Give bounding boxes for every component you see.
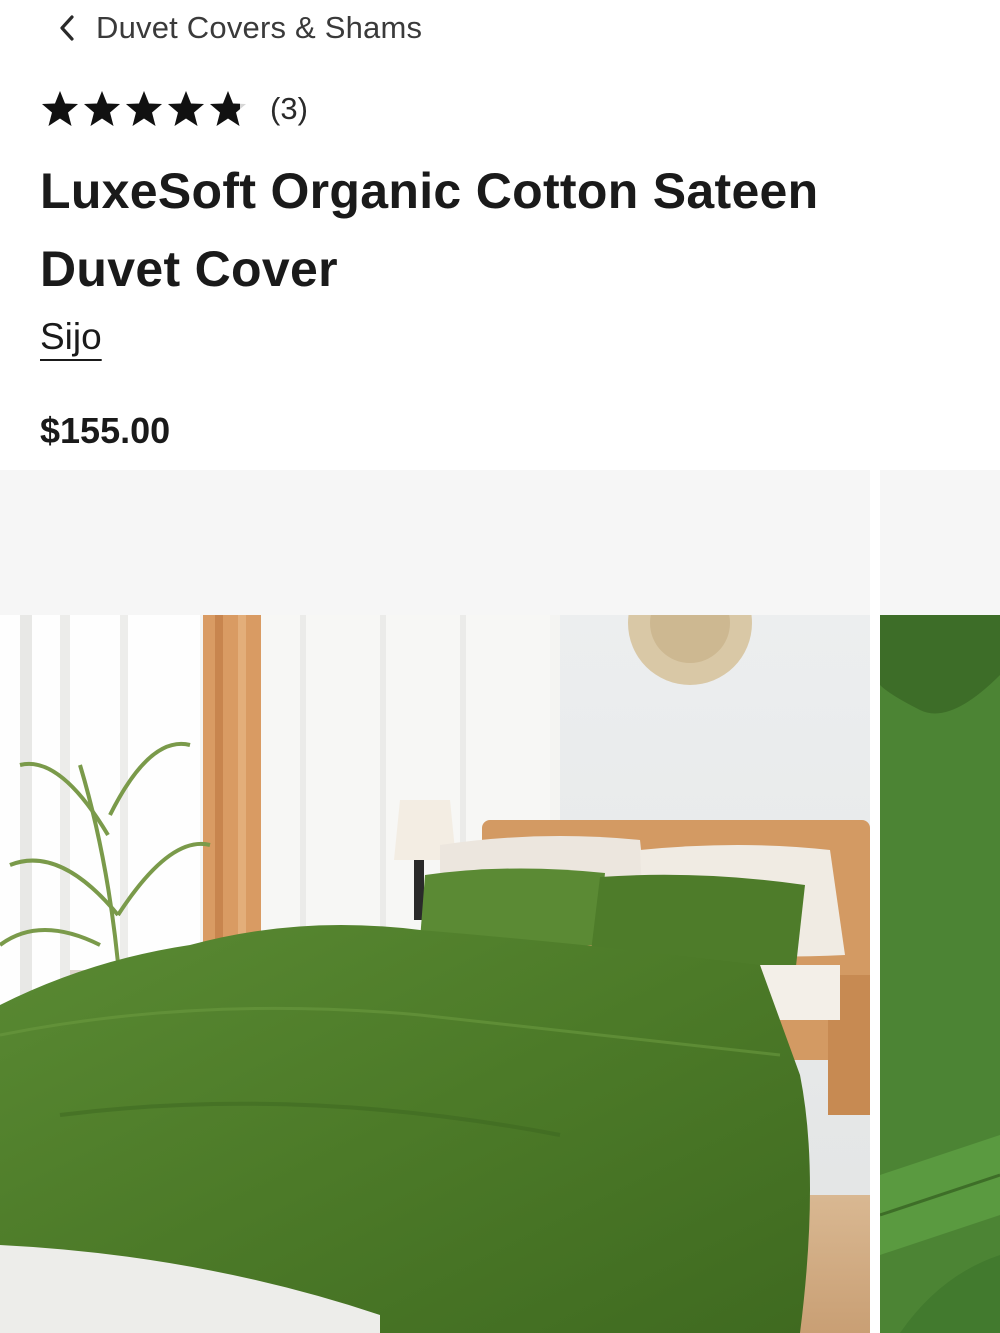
breadcrumb-label: Duvet Covers & Shams xyxy=(96,10,423,45)
product-title: LuxeSoft Organic Cotton Sateen Duvet Cov… xyxy=(40,163,819,297)
star-icon xyxy=(168,91,204,126)
brand-link[interactable]: Sijo xyxy=(40,316,102,358)
breadcrumb-back-link[interactable]: Duvet Covers & Shams xyxy=(52,6,422,50)
fabric-closeup-photo xyxy=(880,615,1000,1333)
product-price: $155.00 xyxy=(40,410,171,451)
rating-summary[interactable]: (3) xyxy=(40,86,308,132)
product-image-fabric-closeup[interactable] xyxy=(880,470,1000,1333)
star-icon xyxy=(210,91,246,126)
star-rating xyxy=(40,89,248,129)
star-icon xyxy=(84,91,120,126)
product-image-carousel[interactable] xyxy=(0,470,1000,1333)
bedroom-photo xyxy=(0,615,870,1333)
chevron-left-icon xyxy=(52,13,82,43)
star-icon xyxy=(42,91,78,126)
product-image-bedroom[interactable] xyxy=(0,470,870,1333)
review-count: (3) xyxy=(270,91,308,126)
star-icon xyxy=(126,91,162,126)
